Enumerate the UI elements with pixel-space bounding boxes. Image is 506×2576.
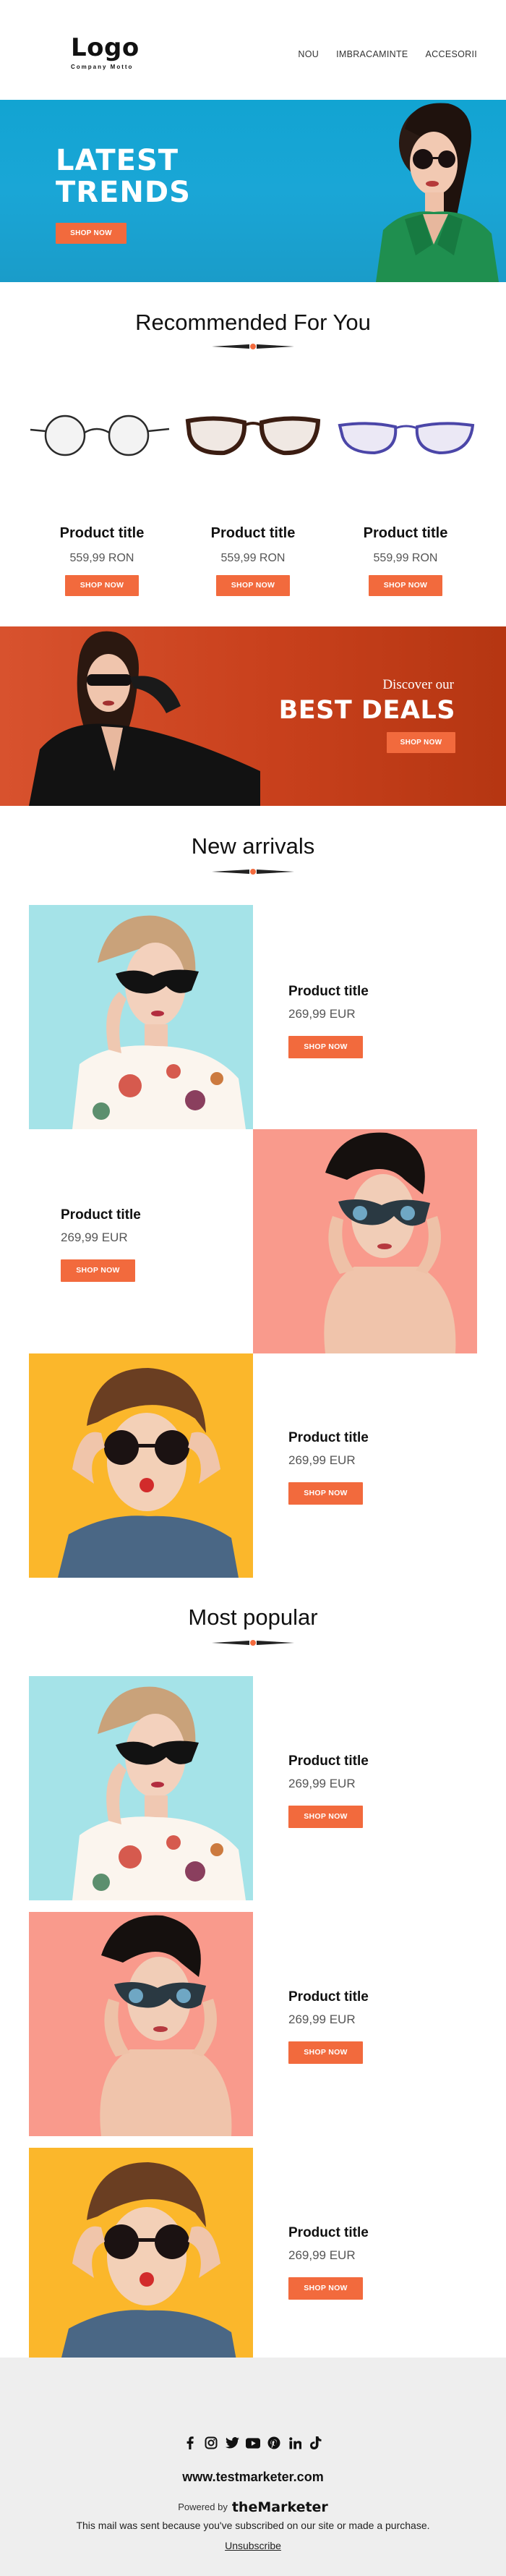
- section-divider: [212, 869, 294, 875]
- model-photo: [324, 1132, 456, 1353]
- product-price: 269,99 EUR: [61, 1230, 128, 1244]
- hero-banner: LATEST TRENDS SHOP NOW: [0, 100, 506, 282]
- product-title[interactable]: Product title: [288, 2225, 447, 2241]
- deals-shop-now-button[interactable]: SHOP NOW: [387, 732, 455, 753]
- youtube-icon[interactable]: [246, 2436, 260, 2450]
- model-photo: [58, 2162, 239, 2372]
- logo-tagline: Company Motto: [71, 64, 134, 70]
- product-image-round-glasses: [30, 415, 170, 456]
- twitter-icon[interactable]: [225, 2436, 239, 2450]
- most-popular-title: Most popular: [188, 1604, 318, 1630]
- nav-link-imbracaminte[interactable]: IMBRACAMINTE: [336, 49, 408, 59]
- product-image-tortoise-glasses: [185, 416, 321, 456]
- product-price: 559,99 RON: [373, 552, 438, 564]
- model-photo: [72, 1686, 246, 1900]
- recommended-card: Product title 559,99 RON SHOP NOW: [333, 525, 478, 596]
- website-link[interactable]: www.testmarketer.com: [0, 2470, 506, 2485]
- product-info: Product title 269,99 EUR SHOP NOW: [288, 1754, 447, 1828]
- model-photo: [72, 915, 246, 1129]
- shop-now-button[interactable]: SHOP NOW: [288, 1482, 363, 1505]
- product-image[interactable]: [253, 1129, 477, 1353]
- shop-now-button[interactable]: SHOP NOW: [288, 2277, 363, 2300]
- logo-text: Logo: [71, 33, 140, 62]
- product-title[interactable]: Product title: [288, 984, 447, 1000]
- product-price: 269,99 EUR: [288, 1007, 356, 1021]
- shop-now-button[interactable]: SHOP NOW: [61, 1259, 135, 1282]
- product-title[interactable]: Product title: [288, 1989, 447, 2005]
- product-info: Product title 269,99 EUR SHOP NOW: [288, 984, 447, 1058]
- product-image[interactable]: [29, 905, 253, 1129]
- product-title[interactable]: Product title: [61, 1207, 220, 1223]
- shop-now-button[interactable]: SHOP NOW: [369, 575, 442, 596]
- product-image[interactable]: [29, 1912, 253, 2136]
- product-price: 269,99 EUR: [288, 2012, 356, 2026]
- hero-title: LATEST TRENDS: [56, 145, 191, 208]
- product-price: 269,99 EUR: [288, 2248, 356, 2262]
- section-divider: [212, 344, 294, 349]
- shop-now-button[interactable]: SHOP NOW: [216, 575, 290, 596]
- product-title[interactable]: Product title: [30, 525, 174, 542]
- product-price: 559,99 RON: [69, 552, 134, 564]
- deals-subtitle: Discover our: [382, 677, 454, 692]
- product-title[interactable]: Product title: [288, 1754, 447, 1769]
- product-title[interactable]: Product title: [288, 1430, 447, 1446]
- social-links: [0, 2436, 506, 2450]
- product-image[interactable]: [29, 2148, 253, 2372]
- shop-now-button[interactable]: SHOP NOW: [288, 1036, 363, 1058]
- subscription-notice: This mail was sent because you've subscr…: [76, 2520, 430, 2531]
- powered-by-label: Powered by: [178, 2501, 228, 2512]
- model-photo: [100, 1915, 232, 2136]
- product-price: 269,99 EUR: [288, 1777, 356, 1790]
- pinterest-icon[interactable]: [267, 2436, 281, 2450]
- hero-title-line2: TRENDS: [56, 176, 191, 209]
- hero-title-line1: LATEST: [56, 144, 179, 177]
- deals-title: BEST DEALS: [278, 696, 455, 725]
- hero-shop-now-button[interactable]: SHOP NOW: [56, 223, 126, 244]
- product-title[interactable]: Product title: [333, 525, 478, 542]
- linkedin-icon[interactable]: [288, 2436, 302, 2450]
- unsubscribe-link[interactable]: Unsubscribe: [0, 2540, 506, 2551]
- email-header: Logo Company Motto NOU IMBRACAMINTE ACCE…: [0, 0, 506, 100]
- deals-banner: Discover our BEST DEALS SHOP NOW: [0, 626, 506, 806]
- recommended-card: Product title 559,99 RON SHOP NOW: [30, 525, 174, 596]
- powered-by: Powered by theMarketer: [0, 2499, 506, 2515]
- nav-link-accesorii[interactable]: ACCESORII: [426, 49, 477, 59]
- nav-link-nou[interactable]: NOU: [298, 49, 319, 59]
- product-info: Product title 269,99 EUR SHOP NOW: [288, 2225, 447, 2300]
- product-image-blue-glasses: [338, 422, 475, 455]
- shop-now-button[interactable]: SHOP NOW: [288, 2041, 363, 2064]
- product-price: 269,99 EUR: [288, 1453, 356, 1467]
- email-footer: www.testmarketer.com Powered by theMarket…: [0, 2358, 506, 2576]
- product-image[interactable]: [29, 1676, 253, 1900]
- product-info: Product title 269,99 EUR SHOP NOW: [61, 1207, 220, 1282]
- top-nav: NOU IMBRACAMINTE ACCESORII: [298, 49, 477, 59]
- facebook-icon[interactable]: [183, 2436, 197, 2450]
- logo[interactable]: Logo Company Motto: [71, 33, 140, 70]
- product-title[interactable]: Product title: [181, 525, 325, 542]
- product-price: 559,99 RON: [220, 552, 286, 564]
- tiktok-icon[interactable]: [309, 2436, 323, 2450]
- recommended-card: Product title 559,99 RON SHOP NOW: [181, 525, 325, 596]
- brand-name[interactable]: theMarketer: [232, 2499, 328, 2515]
- new-arrivals-title: New arrivals: [191, 833, 315, 859]
- instagram-icon[interactable]: [204, 2436, 218, 2450]
- shop-now-button[interactable]: SHOP NOW: [288, 1806, 363, 1828]
- shop-now-button[interactable]: SHOP NOW: [65, 575, 139, 596]
- product-image[interactable]: [29, 1353, 253, 1578]
- model-photo: [58, 1368, 239, 1578]
- recommended-title: Recommended For You: [135, 310, 371, 335]
- product-info: Product title 269,99 EUR SHOP NOW: [288, 1989, 447, 2064]
- section-divider: [212, 1640, 294, 1646]
- product-info: Product title 269,99 EUR SHOP NOW: [288, 1430, 447, 1505]
